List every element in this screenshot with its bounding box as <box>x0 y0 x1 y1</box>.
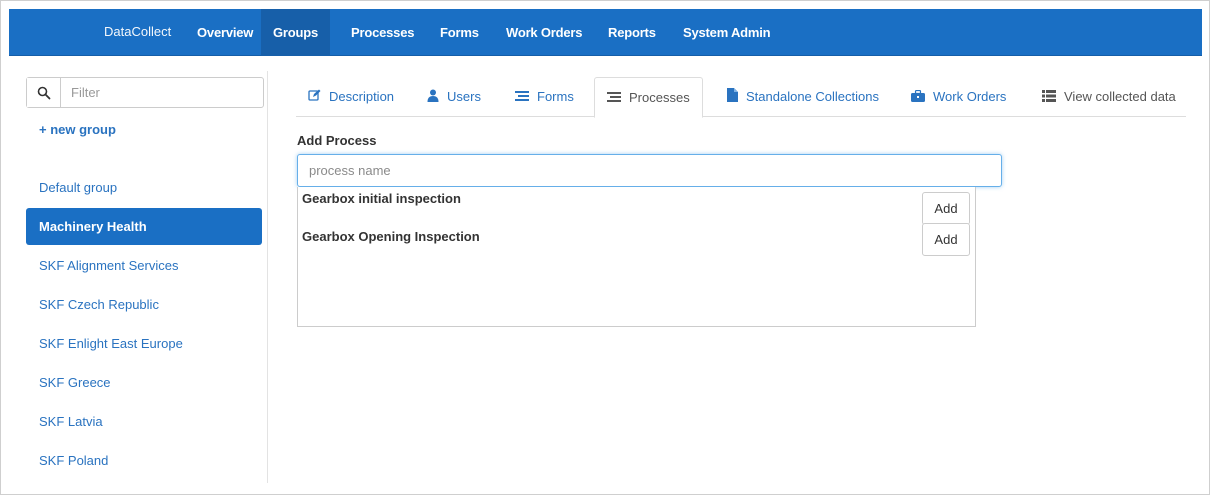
nav-work-orders[interactable]: Work Orders <box>496 9 592 56</box>
group-item-skf-alignment-services[interactable]: SKF Alignment Services <box>26 247 262 284</box>
filter-input[interactable] <box>61 78 263 107</box>
top-navbar: DataCollect Overview Groups Processes Fo… <box>9 9 1202 56</box>
process-name-input[interactable] <box>297 154 1002 187</box>
tab-forms[interactable]: Forms <box>503 77 586 117</box>
group-item-skf-enlight-east-europe[interactable]: SKF Enlight East Europe <box>26 325 262 362</box>
process-name: Gearbox initial inspection <box>302 191 461 206</box>
user-icon <box>427 78 439 118</box>
tab-bar: Description Users Forms Processes Standa… <box>296 77 1188 118</box>
group-item-skf-greece[interactable]: SKF Greece <box>26 364 262 401</box>
list-item: Gearbox Opening Inspection Add <box>302 223 973 259</box>
list-icon <box>607 79 621 119</box>
group-list: Default group Machinery Health SKF Align… <box>26 169 262 481</box>
process-name: Gearbox Opening Inspection <box>302 229 480 244</box>
table-list-icon <box>1042 78 1056 118</box>
group-item-skf-czech-republic[interactable]: SKF Czech Republic <box>26 286 262 323</box>
brand-link[interactable]: DataCollect <box>104 24 171 39</box>
tab-label: View collected data <box>1064 89 1176 104</box>
tab-label: Processes <box>629 90 690 105</box>
process-results-list: Gearbox initial inspection Add Gearbox O… <box>297 187 976 327</box>
tab-label: Users <box>447 89 481 104</box>
edit-icon <box>308 78 321 118</box>
briefcase-icon <box>911 78 925 118</box>
nav-system-admin[interactable]: System Admin <box>673 9 780 56</box>
nav-groups[interactable]: Groups <box>261 9 330 56</box>
add-process-heading: Add Process <box>297 133 377 148</box>
group-item-default-group[interactable]: Default group <box>26 169 262 206</box>
group-item-machinery-health[interactable]: Machinery Health <box>26 208 262 245</box>
tab-label: Forms <box>537 89 574 104</box>
list-icon <box>515 78 529 118</box>
nav-reports[interactable]: Reports <box>598 9 666 56</box>
sidebar-divider <box>267 71 268 483</box>
group-item-skf-poland[interactable]: SKF Poland <box>26 442 262 479</box>
add-process-button[interactable]: Add <box>922 192 970 225</box>
tab-label: Description <box>329 89 395 104</box>
tab-processes[interactable]: Processes <box>594 77 703 118</box>
add-process-button[interactable]: Add <box>922 223 970 256</box>
tab-work-orders[interactable]: Work Orders <box>899 77 1018 117</box>
file-icon <box>727 78 738 118</box>
filter-field <box>26 77 264 108</box>
nav-overview[interactable]: Overview <box>187 9 263 56</box>
tab-label: Work Orders <box>933 89 1007 104</box>
new-group-link[interactable]: + new group <box>39 122 116 137</box>
nav-processes[interactable]: Processes <box>341 9 424 56</box>
group-item-skf-latvia[interactable]: SKF Latvia <box>26 403 262 440</box>
nav-forms[interactable]: Forms <box>430 9 489 56</box>
tab-view-collected-data[interactable]: View collected data <box>1030 77 1188 117</box>
tab-users[interactable]: Users <box>415 77 493 117</box>
tab-label: Standalone Collections <box>746 89 879 104</box>
search-icon <box>27 78 61 107</box>
app-window: DataCollect Overview Groups Processes Fo… <box>0 0 1210 495</box>
tab-description[interactable]: Description <box>296 77 406 117</box>
list-item: Gearbox initial inspection Add <box>302 187 973 225</box>
tab-standalone-collections[interactable]: Standalone Collections <box>715 77 891 117</box>
